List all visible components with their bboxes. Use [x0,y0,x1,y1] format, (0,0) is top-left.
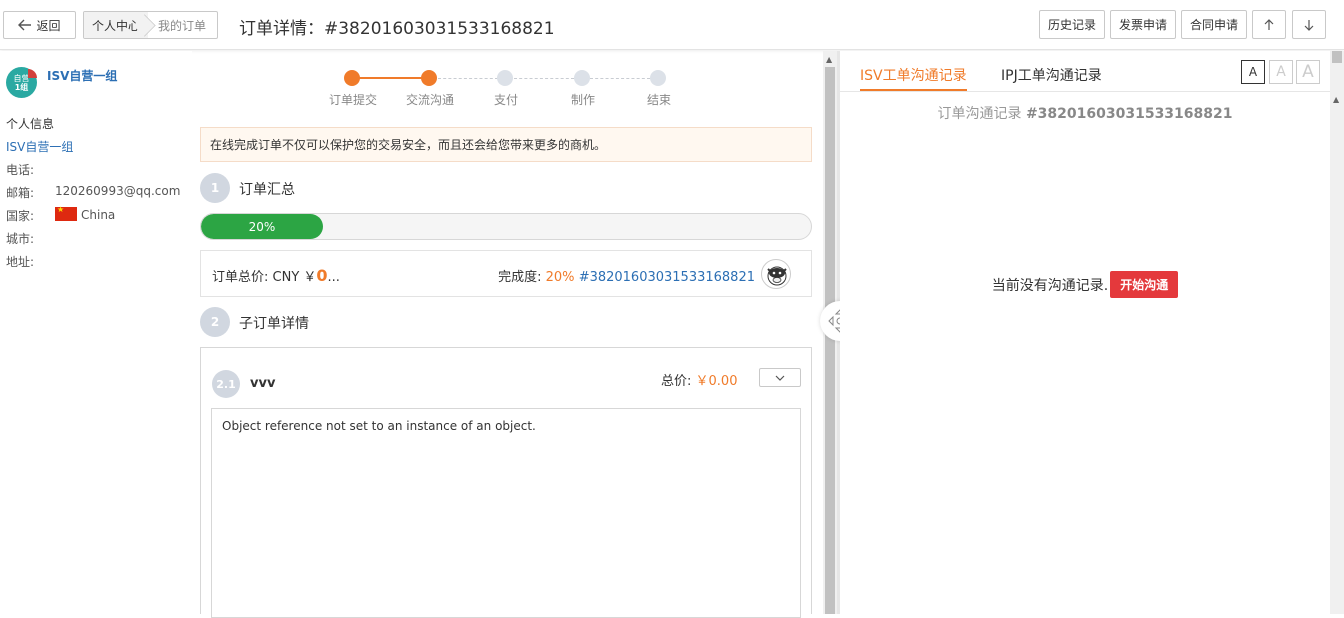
section-title: 订单汇总 [239,182,295,198]
step-connector [438,78,498,79]
start-chat-button[interactable]: 开始沟通 [1110,271,1179,298]
suborder-total-value: ￥0.00 [695,374,738,389]
step-dot-pay [497,70,513,86]
total-ellipsis: ... [327,270,340,285]
contract-button[interactable]: 合同申请 [1181,10,1247,39]
email-label: 邮箱: [6,186,35,200]
step-connector [514,78,574,79]
step-label: 订单提交 [328,93,378,107]
step-connector [590,78,650,79]
address-label: 地址: [6,255,35,269]
step-label: 制作 [570,93,596,107]
avatar-text: 自营 [13,73,30,83]
arrow-down-icon [1304,19,1314,31]
suborder-total: 总价: ￥0.00 [661,370,737,389]
completion-info: 完成度: 20% #38201603031533168821 [498,266,755,285]
china-flag-icon [55,205,77,221]
invoice-button[interactable]: 发票申请 [1110,10,1176,39]
avatar-text: 1组 [14,82,29,92]
progress-label: 20% [248,219,276,234]
breadcrumb-personal-center[interactable]: 个人中心 [84,12,149,38]
order-progress-bar: 20% [200,213,812,240]
page-title: 订单详情：#38201603031533168821 [239,19,555,39]
chat-panel: ISV工单沟通记录 IPJ工单沟通记录 A A A 订单沟通记录 #382016… [840,51,1330,614]
suborder-title: vvv [250,376,276,391]
suborder-card: 2.1 vvv 总价: ￥0.00 Object reference not s… [200,347,812,618]
step-label: 结束 [646,93,672,107]
user-name[interactable]: ISV自营一组 [47,67,117,84]
contract-label: 合同申请 [1189,18,1238,32]
step-dot-produce [574,70,590,86]
total-label: 订单总价: CNY ￥ [212,270,317,285]
suborder-detail: Object reference not set to an instance … [211,408,801,618]
order-summary: 订单总价: CNY ￥0... 完成度: 20% #38201603031533… [200,250,812,297]
country-label: 国家: [6,209,35,223]
phone-label: 电话: [6,163,35,177]
total-amount: 0 [316,266,328,285]
scroll-thumb[interactable] [1332,51,1342,63]
breadcrumb: 个人中心 我的订单 [83,11,218,39]
tab-isv-chat[interactable]: ISV工单沟通记录 [860,65,967,91]
suborder-total-label: 总价: [661,374,692,389]
empty-state: 当前没有沟通记录. 开始沟通 [840,271,1330,298]
step-connector [352,77,422,79]
history-label: 历史记录 [1047,18,1096,32]
breadcrumb-label: 个人中心 [92,18,141,33]
history-button[interactable]: 历史记录 [1039,10,1105,39]
section-number: 1 [200,173,230,203]
font-size-small-button[interactable]: A [1241,60,1265,84]
arrow-left-icon [18,19,32,31]
top-bar: 返回 个人中心 我的订单 订单详情：#38201603031533168821 … [0,0,1344,50]
suborder-number: 2.1 [212,370,240,398]
order-link[interactable]: #38201603031533168821 [579,270,755,285]
scroll-up-icon[interactable]: ▲ [1333,95,1339,104]
step-dot-communicate [421,70,437,86]
email-value: 120260993@qq.com [55,184,181,198]
back-label: 返回 [36,18,61,33]
cow-logo-icon [761,259,791,289]
breadcrumb-label: 我的订单 [158,18,207,33]
step-dot-finish [650,70,666,86]
empty-text: 当前没有沟通记录. [991,277,1109,294]
step-dot-submitted [344,70,360,86]
back-button[interactable]: 返回 [3,11,76,39]
next-order-button[interactable] [1292,10,1326,39]
completion-value: 20% [545,270,575,285]
chat-divider [840,91,1330,92]
user-panel: 自营 1组 ISV自营一组 个人信息 ISV自营一组 电话: 邮箱: 12026… [0,51,192,614]
user-link[interactable]: ISV自营一组 [6,138,73,155]
chevron-down-icon [775,375,785,381]
chat-heading-prefix: 订单沟通记录 [937,106,1022,122]
font-size-medium-button[interactable]: A [1269,60,1293,84]
suborder-expand-button[interactable] [759,368,801,387]
scroll-up-icon[interactable]: ▲ [826,55,832,64]
progress-fill: 20% [201,214,323,239]
city-label: 城市: [6,232,35,246]
font-size-large-button[interactable]: A [1296,60,1320,84]
safety-notice: 在线完成订单不仅可以保护您的交易安全，而且还会给您带来更多的商机。 [200,127,812,162]
step-label: 支付 [493,93,519,107]
arrow-up-icon [1264,18,1274,30]
chat-heading-id: #38201603031533168821 [1025,106,1233,122]
prev-order-button[interactable] [1252,10,1286,39]
completion-label: 完成度: [498,270,542,285]
chat-scrollbar[interactable]: ▲ [1330,51,1344,614]
tab-ipj-chat[interactable]: IPJ工单沟通记录 [1001,65,1102,89]
order-total: 订单总价: CNY ￥0... [212,266,340,285]
chat-heading: 订单沟通记录 #38201603031533168821 [840,103,1330,123]
invoice-label: 发票申请 [1118,18,1167,32]
breadcrumb-my-orders[interactable]: 我的订单 [148,12,214,38]
order-steps: 订单提交 交流沟通 支付 制作 结束 [328,70,690,110]
avatar[interactable]: 自营 1组 [6,67,37,98]
country-value: China [81,208,116,222]
info-heading: 个人信息 [6,117,55,131]
section-title: 子订单详情 [239,316,309,332]
section-number: 2 [200,307,230,337]
step-label: 交流沟通 [405,93,455,107]
